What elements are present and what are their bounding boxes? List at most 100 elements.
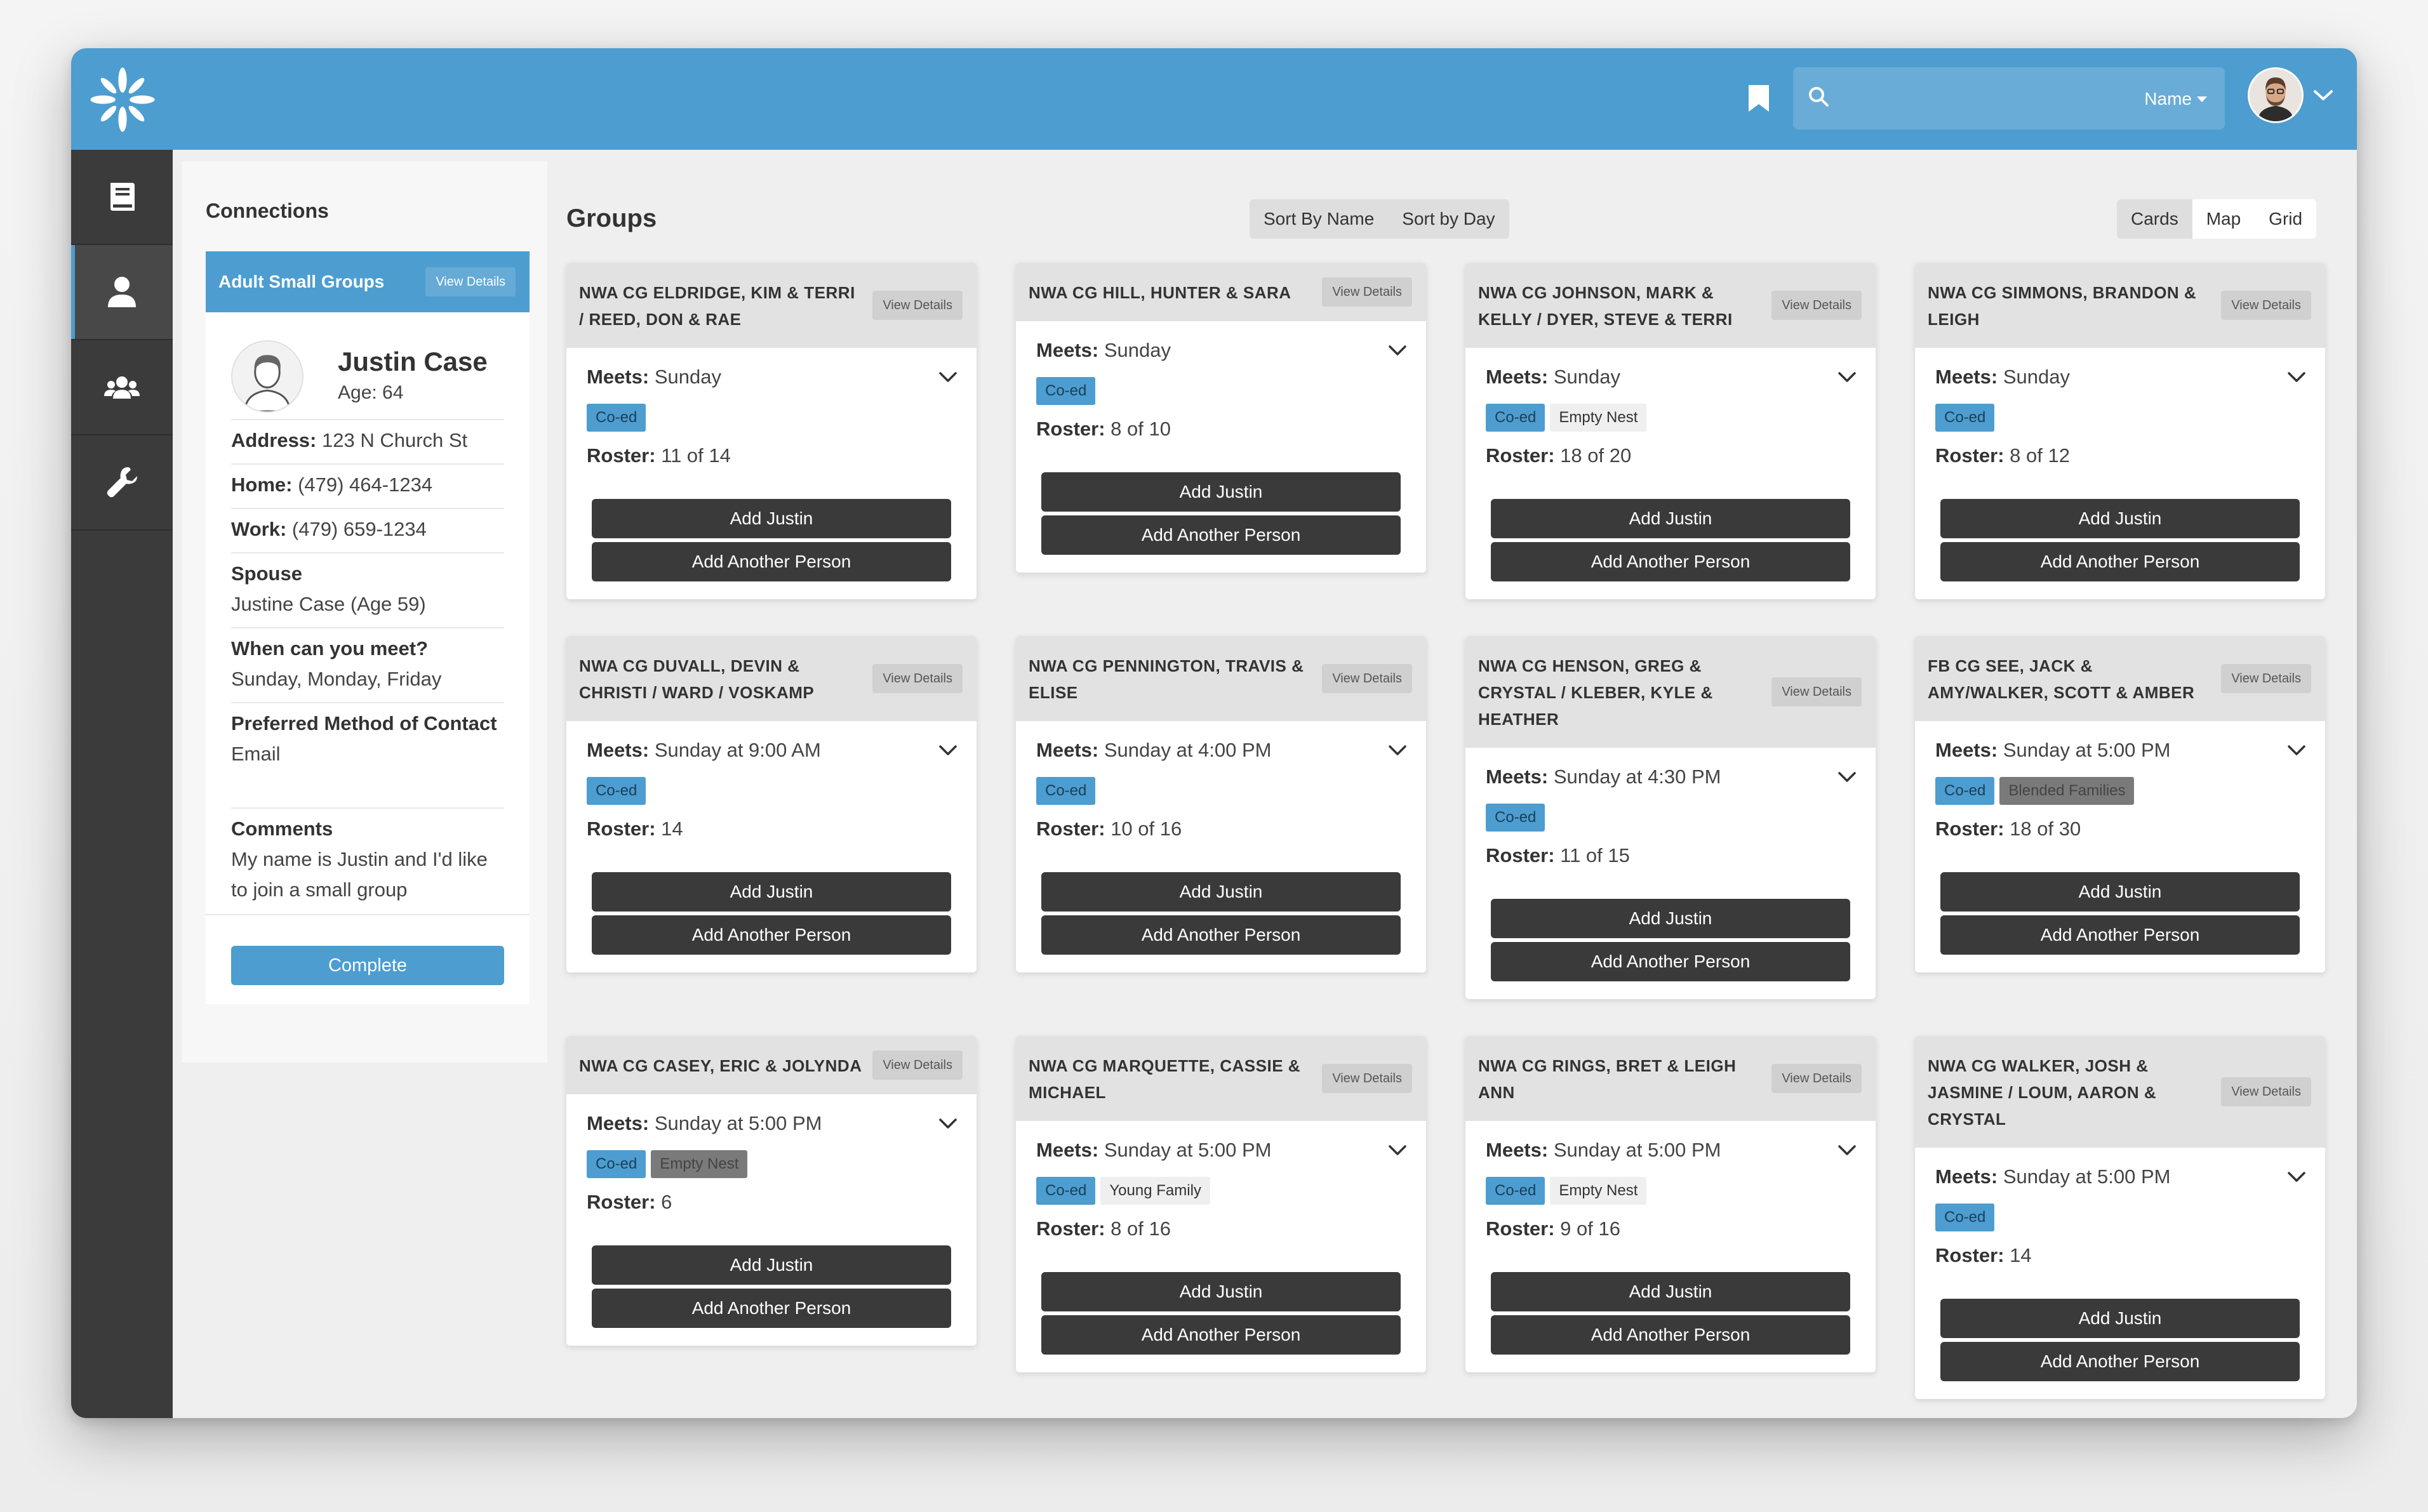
search-input[interactable] — [1843, 80, 2109, 117]
view-details-button[interactable]: View Details — [425, 267, 516, 296]
group-card-body: Meets: Sunday at 5:00 PM Co-ed Empty Nest… — [566, 1094, 977, 1346]
group-card-body: Meets: Sunday Co-ed Empty Nest Roster: 18… — [1465, 348, 1876, 599]
chevron-down-icon[interactable] — [1838, 1144, 1857, 1157]
add-justin-button[interactable]: Add Justin — [592, 499, 951, 538]
group-tag: Empty Nest — [1550, 404, 1647, 432]
chevron-down-icon[interactable] — [938, 744, 957, 757]
add-justin-button[interactable]: Add Justin — [1491, 899, 1850, 938]
meets-label: Meets: — [1935, 739, 1998, 761]
view-details-button[interactable]: View Details — [1771, 291, 1862, 320]
group-title: NWA CG HILL, HUNTER & SARA — [1029, 283, 1291, 302]
connection-card-title: Adult Small Groups — [218, 272, 385, 291]
add-another-person-button[interactable]: Add Another Person — [1491, 1315, 1850, 1355]
view-details-button[interactable]: View Details — [1771, 677, 1862, 706]
comments-label: Comments — [231, 818, 333, 840]
meets-label: Meets: — [587, 366, 650, 388]
add-justin-button[interactable]: Add Justin — [1491, 1272, 1850, 1311]
chevron-down-icon[interactable] — [2312, 88, 2334, 103]
view-details-button[interactable]: View Details — [872, 291, 963, 320]
add-another-person-button[interactable]: Add Another Person — [592, 915, 951, 955]
meets-label: Meets: — [1935, 1165, 1998, 1188]
add-justin-button[interactable]: Add Justin — [1940, 499, 2300, 538]
group-card-header: NWA CG PENNINGTON, TRAVIS & ELISE View D… — [1016, 636, 1426, 721]
meet-label: When can you meet? — [231, 637, 429, 660]
add-another-person-button[interactable]: Add Another Person — [592, 1289, 951, 1328]
group-title: NWA CG DUVALL, DEVIN & CHRISTI / WARD / … — [579, 656, 815, 702]
add-another-person-button[interactable]: Add Another Person — [1041, 515, 1401, 555]
add-justin-button[interactable]: Add Justin — [1940, 872, 2300, 912]
rail-item-book[interactable] — [71, 150, 173, 245]
add-justin-button[interactable]: Add Justin — [592, 872, 951, 912]
rail-item-wrench[interactable] — [71, 435, 173, 531]
view-details-button[interactable]: View Details — [1322, 277, 1412, 307]
meets-label: Meets: — [1935, 366, 1998, 388]
group-title: NWA CG MARQUETTE, CASSIE & MICHAEL — [1029, 1056, 1301, 1102]
book-icon — [110, 183, 135, 211]
add-justin-button[interactable]: Add Justin — [1041, 872, 1401, 912]
view-grid-button[interactable]: Grid — [2255, 199, 2316, 239]
bookmark-icon[interactable] — [1747, 84, 1770, 113]
view-details-button[interactable]: View Details — [1771, 1064, 1862, 1093]
logo-icon[interactable] — [88, 65, 157, 135]
chevron-down-icon[interactable] — [2287, 1170, 2306, 1183]
add-another-person-button[interactable]: Add Another Person — [1940, 542, 2300, 581]
chevron-down-icon[interactable] — [1838, 371, 1857, 383]
add-another-person-button[interactable]: Add Another Person — [1940, 1342, 2300, 1381]
view-details-button[interactable]: View Details — [872, 664, 963, 693]
view-map-button[interactable]: Map — [2192, 199, 2255, 239]
chevron-down-icon[interactable] — [1388, 344, 1407, 357]
view-details-button[interactable]: View Details — [2221, 1077, 2311, 1106]
person-icon — [108, 277, 136, 307]
tag-list: Co-ed — [587, 777, 956, 805]
divider — [231, 807, 504, 809]
add-another-person-button[interactable]: Add Another Person — [1491, 942, 1850, 981]
add-another-person-button[interactable]: Add Another Person — [1491, 542, 1850, 581]
add-another-person-button[interactable]: Add Another Person — [1041, 915, 1401, 955]
add-justin-button[interactable]: Add Justin — [1940, 1299, 2300, 1338]
tag-list: Co-ed — [587, 404, 956, 432]
add-justin-button[interactable]: Add Justin — [1041, 1272, 1401, 1311]
chevron-down-icon[interactable] — [1388, 744, 1407, 757]
chevron-down-icon[interactable] — [1838, 771, 1857, 783]
sort-by-name-button[interactable]: Sort By Name — [1250, 209, 1388, 229]
rail-item-people[interactable] — [71, 340, 173, 435]
roster-row: Roster: 8 of 10 — [1036, 415, 1406, 443]
rail-item-person[interactable] — [71, 245, 173, 340]
add-justin-button[interactable]: Add Justin — [1041, 472, 1401, 512]
group-card: NWA CG RINGS, BRET & LEIGH ANN View Deta… — [1465, 1036, 1876, 1372]
view-cards-button[interactable]: Cards — [2117, 199, 2192, 239]
group-title: NWA CG HENSON, GREG & CRYSTAL / KLEBER, … — [1478, 656, 1713, 729]
tag-list: Co-ed Blended Families — [1935, 777, 2305, 805]
search-box[interactable]: Name — [1793, 67, 2225, 129]
meets-row: Meets: Sunday — [1486, 363, 1855, 391]
view-details-button[interactable]: View Details — [1322, 1064, 1412, 1093]
divider — [231, 552, 504, 554]
chevron-down-icon[interactable] — [1388, 1144, 1407, 1157]
chevron-down-icon[interactable] — [2287, 744, 2306, 757]
spouse-label: Spouse — [231, 562, 302, 585]
view-details-button[interactable]: View Details — [1322, 664, 1412, 693]
add-another-person-button[interactable]: Add Another Person — [1940, 915, 2300, 955]
meets-row: Meets: Sunday at 5:00 PM — [1036, 1136, 1406, 1164]
add-justin-button[interactable]: Add Justin — [1491, 499, 1850, 538]
roster-row: Roster: 10 of 16 — [1036, 815, 1406, 843]
complete-button[interactable]: Complete — [231, 946, 504, 985]
group-tag: Co-ed — [1036, 777, 1096, 805]
chevron-down-icon[interactable] — [938, 371, 957, 383]
add-another-person-button[interactable]: Add Another Person — [1041, 1315, 1401, 1355]
search-filter-dropdown[interactable]: Name — [2144, 86, 2207, 112]
view-details-button[interactable]: View Details — [2221, 291, 2311, 320]
roster-row: Roster: 8 of 16 — [1036, 1215, 1406, 1243]
tag-list: Co-ed — [1935, 1204, 2305, 1231]
view-details-button[interactable]: View Details — [2221, 664, 2311, 693]
sort-by-day-button[interactable]: Sort by Day — [1388, 209, 1509, 229]
group-card-body: Meets: Sunday at 9:00 AM Co-ed Roster: 1… — [566, 721, 977, 972]
roster-row: Roster: 6 — [587, 1188, 956, 1216]
meets-label: Meets: — [1036, 1139, 1099, 1161]
chevron-down-icon[interactable] — [938, 1117, 957, 1130]
user-avatar[interactable] — [2248, 67, 2304, 123]
add-justin-button[interactable]: Add Justin — [592, 1245, 951, 1285]
add-another-person-button[interactable]: Add Another Person — [592, 542, 951, 581]
view-details-button[interactable]: View Details — [872, 1051, 963, 1080]
chevron-down-icon[interactable] — [2287, 371, 2306, 383]
